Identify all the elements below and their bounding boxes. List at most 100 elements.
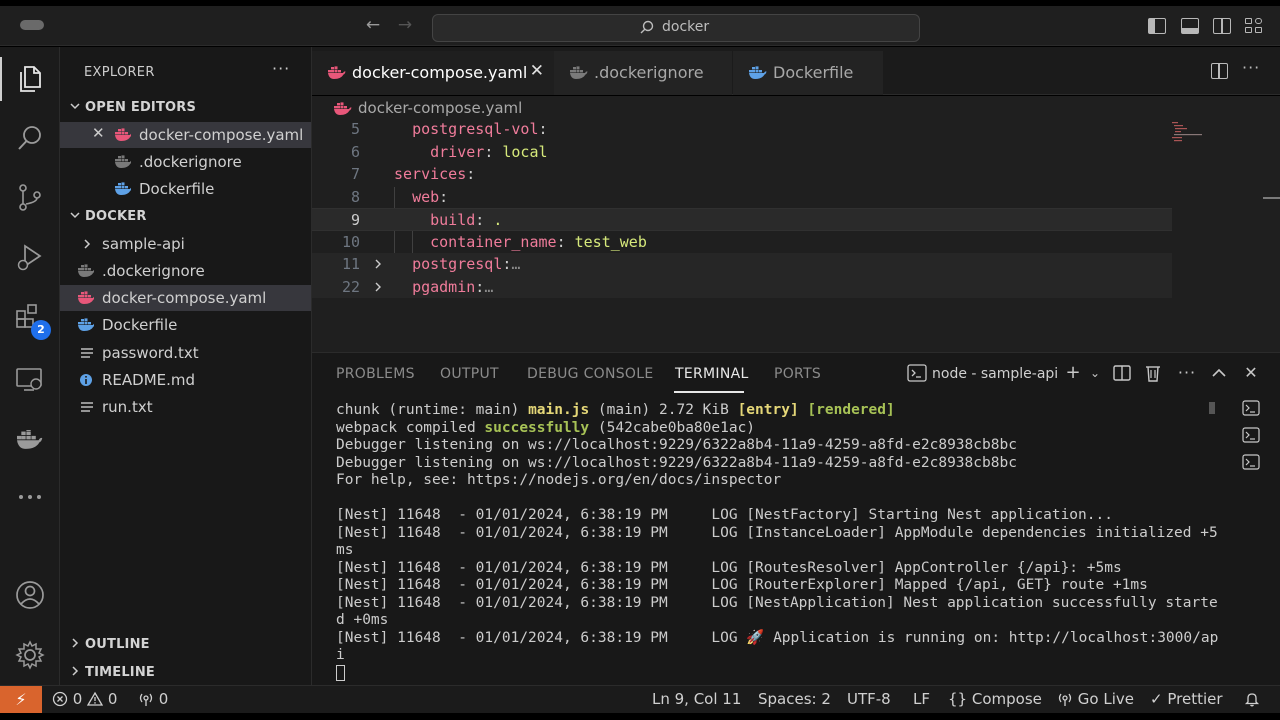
code-line[interactable]: 5 postgresql-vol: bbox=[312, 120, 1172, 141]
terminal-instance-icon[interactable] bbox=[1242, 400, 1260, 416]
breadcrumb-file[interactable]: docker-compose.yaml bbox=[358, 99, 522, 117]
code-line[interactable]: 10 container_name: test_web bbox=[312, 231, 1172, 254]
file-item-dockerfile[interactable]: Dockerfile bbox=[60, 312, 311, 338]
tab-ports[interactable]: PORTS bbox=[774, 366, 821, 382]
chevron-right-icon bbox=[68, 636, 82, 650]
menu-icon[interactable] bbox=[20, 20, 44, 30]
line-number: 7 bbox=[350, 165, 360, 183]
editor-more-icon[interactable]: ··· bbox=[1242, 58, 1260, 77]
sidebar-more-icon[interactable]: ··· bbox=[272, 59, 290, 78]
broadcast-icon bbox=[1058, 693, 1072, 706]
timeline-header[interactable]: TIMELINE bbox=[60, 661, 312, 685]
file-item-password[interactable]: password.txt bbox=[60, 340, 311, 366]
terminal-line: Debugger listening on ws://localhost:922… bbox=[336, 454, 1017, 471]
cursor-position[interactable]: Ln 9, Col 11 bbox=[652, 690, 741, 708]
braces-icon: {} bbox=[948, 690, 968, 708]
line-number: 8 bbox=[350, 187, 360, 206]
code-line[interactable]: 22 pgadmin:… bbox=[312, 275, 1172, 298]
editor-scrollbar[interactable] bbox=[1263, 197, 1280, 199]
encoding-status[interactable]: UTF-8 bbox=[847, 690, 891, 708]
error-icon bbox=[52, 691, 68, 707]
folder-item-sample-api[interactable]: sample-api bbox=[60, 231, 311, 257]
code-line[interactable]: 11 postgresql:… bbox=[312, 253, 1172, 276]
eol-status[interactable]: LF bbox=[913, 690, 930, 708]
back-arrow-icon[interactable]: ← bbox=[362, 14, 384, 36]
code-line[interactable]: 7 services: bbox=[312, 163, 1172, 186]
go-live-status[interactable]: Go Live bbox=[1057, 690, 1134, 708]
terminal-output[interactable]: chunk (runtime: main) main.js (main) 2.7… bbox=[336, 402, 1218, 683]
open-editor-item-docker-compose[interactable]: ✕ docker-compose.yaml bbox=[60, 122, 311, 148]
code-text: driver: local bbox=[430, 142, 548, 161]
settings-gear-icon[interactable] bbox=[14, 639, 46, 671]
trash-icon[interactable] bbox=[1143, 364, 1163, 382]
remote-indicator-icon[interactable]: ⚡ bbox=[0, 686, 42, 714]
customize-layout-icon[interactable] bbox=[1245, 18, 1263, 34]
docker-icon[interactable] bbox=[14, 423, 46, 455]
terminal-instance-icon[interactable] bbox=[1242, 427, 1260, 443]
fold-chevron-right-icon[interactable] bbox=[372, 258, 384, 270]
file-item-docker-compose[interactable]: docker-compose.yaml bbox=[60, 285, 311, 311]
docker-icon-blue bbox=[115, 182, 131, 195]
docker-icon-blue bbox=[78, 318, 94, 331]
tab-problems[interactable]: PROBLEMS bbox=[336, 366, 415, 382]
close-icon[interactable]: ✕ bbox=[530, 61, 544, 81]
terminal-prompt bbox=[336, 664, 1202, 683]
remote-explorer-icon[interactable] bbox=[14, 363, 46, 395]
code-line[interactable]: 6 driver: local bbox=[312, 141, 1172, 164]
close-icon[interactable]: ✕ bbox=[92, 124, 105, 142]
toggle-secondary-sidebar-icon[interactable] bbox=[1213, 18, 1231, 34]
split-editor-icon[interactable] bbox=[1211, 63, 1228, 79]
forward-arrow-icon[interactable]: → bbox=[394, 14, 416, 36]
search-icon[interactable] bbox=[14, 122, 46, 154]
toggle-primary-sidebar-icon[interactable] bbox=[1148, 18, 1166, 34]
new-terminal-icon[interactable]: + bbox=[1062, 362, 1084, 384]
file-item-readme[interactable]: README.md bbox=[60, 367, 311, 393]
line-number: 6 bbox=[350, 142, 360, 161]
more-icon[interactable] bbox=[14, 481, 46, 513]
panel-more-icon[interactable]: ··· bbox=[1176, 362, 1198, 384]
notifications-bell-icon[interactable] bbox=[1244, 690, 1260, 708]
sidebar-title: EXPLORER bbox=[84, 65, 155, 80]
docker-icon-gray bbox=[115, 155, 131, 168]
docker-folder-header[interactable]: DOCKER bbox=[60, 205, 312, 229]
outline-header[interactable]: OUTLINE bbox=[60, 633, 312, 657]
code-editor[interactable]: 5 postgresql-vol: 6 driver: local 7 service… bbox=[312, 120, 1280, 352]
tab-dockerfile[interactable]: Dockerfile bbox=[733, 51, 883, 95]
close-panel-icon[interactable]: ✕ bbox=[1240, 362, 1262, 384]
open-editor-item-dockerignore[interactable]: .dockerignore bbox=[60, 149, 311, 175]
fold-chevron-right-icon[interactable] bbox=[372, 281, 384, 293]
toggle-panel-icon[interactable] bbox=[1181, 18, 1199, 34]
terminal-instance-icon[interactable] bbox=[1242, 454, 1260, 470]
language-mode-status[interactable]: {} Compose bbox=[948, 690, 1042, 708]
tab-debug-console[interactable]: DEBUG CONSOLE bbox=[527, 366, 654, 382]
split-terminal-icon[interactable] bbox=[1112, 364, 1132, 382]
source-control-icon[interactable] bbox=[14, 181, 46, 213]
docker-icon-gray bbox=[570, 66, 588, 79]
tab-docker-compose[interactable]: docker-compose.yaml ✕ bbox=[312, 51, 554, 95]
code-line[interactable]: 8 web: bbox=[312, 186, 1172, 209]
file-item-dockerignore[interactable]: .dockerignore bbox=[60, 258, 311, 284]
indentation-status[interactable]: Spaces: 2 bbox=[758, 690, 831, 708]
accounts-icon[interactable] bbox=[14, 579, 46, 611]
prettier-status[interactable]: ✓ Prettier bbox=[1150, 690, 1223, 708]
maximize-panel-icon[interactable] bbox=[1209, 364, 1229, 382]
lines-icon bbox=[81, 402, 93, 412]
terminal-line: [Nest] 11648 - 01/01/2024, 6:38:19 PM LO… bbox=[336, 507, 1113, 523]
open-editors-header[interactable]: OPEN EDITORS bbox=[60, 96, 312, 120]
code-line[interactable]: 9 build: . bbox=[312, 208, 1172, 231]
chevron-down-icon[interactable]: ⌄ bbox=[1084, 362, 1106, 384]
ports-status[interactable]: 0 bbox=[138, 690, 168, 708]
run-and-debug-icon[interactable] bbox=[14, 241, 46, 273]
tab-terminal[interactable]: TERMINAL bbox=[675, 366, 749, 382]
terminal-name[interactable]: node - sample-api bbox=[932, 366, 1058, 382]
terminal-line: For help, see: https://nodejs.org/en/doc… bbox=[336, 472, 782, 488]
command-center-search[interactable]: docker bbox=[432, 14, 920, 42]
tab-dockerignore[interactable]: .dockerignore bbox=[554, 51, 732, 95]
problems-status[interactable]: 0 0 bbox=[52, 690, 117, 708]
tab-output[interactable]: OUTPUT bbox=[440, 366, 499, 382]
open-editor-item-dockerfile[interactable]: Dockerfile bbox=[60, 176, 311, 202]
minimap[interactable] bbox=[1172, 120, 1272, 160]
file-item-run[interactable]: run.txt bbox=[60, 394, 311, 420]
terminal-scrollbar[interactable] bbox=[1209, 402, 1215, 414]
explorer-icon[interactable] bbox=[0, 57, 46, 101]
